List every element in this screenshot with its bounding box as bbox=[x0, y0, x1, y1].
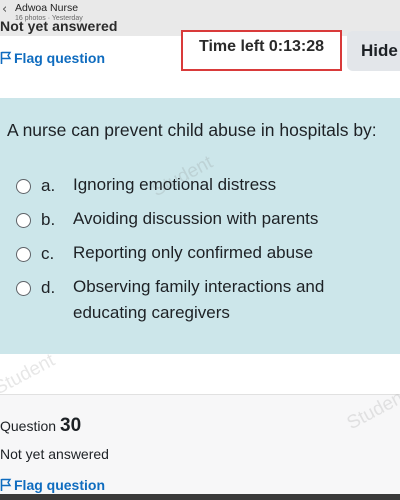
radio-button[interactable] bbox=[16, 213, 31, 228]
flag-question-link[interactable]: Flag question bbox=[0, 50, 105, 66]
question-number-value: 30 bbox=[60, 415, 82, 436]
radio-button[interactable] bbox=[16, 247, 31, 262]
timer-text: Time left 0:13:28 bbox=[198, 38, 325, 55]
question-number: Question 30 bbox=[0, 415, 81, 437]
answer-option-b[interactable]: b. Avoiding discussion with parents bbox=[16, 209, 318, 232]
post-author: Adwoa Nurse bbox=[15, 2, 79, 14]
previous-question-status: Not yet answered bbox=[0, 18, 118, 34]
radio-button[interactable] bbox=[16, 179, 31, 194]
time-left-timer: Time left 0:13:28 bbox=[181, 30, 342, 71]
flag-question-link[interactable]: Flag question bbox=[0, 477, 105, 493]
option-letter: c. bbox=[41, 244, 55, 263]
answer-option-a[interactable]: a. Ignoring emotional distress bbox=[16, 175, 276, 198]
question-label: Question bbox=[0, 418, 57, 434]
bottom-edge bbox=[0, 494, 400, 500]
option-text: Reporting only confirmed abuse bbox=[73, 243, 314, 262]
radio-button[interactable] bbox=[16, 281, 31, 296]
next-question-info: Question 30 Not yet answered Flag questio… bbox=[0, 385, 400, 500]
option-text: Ignoring emotional distress bbox=[73, 175, 277, 194]
back-chevron-icon[interactable]: ‹ bbox=[2, 2, 7, 17]
option-text: Avoiding discussion with parents bbox=[73, 209, 319, 228]
answer-option-d[interactable]: d. Observing family interactions and edu… bbox=[16, 277, 356, 326]
question-text: A nurse can prevent child abuse in hospi… bbox=[7, 120, 377, 140]
option-text: Observing family interactions and educat… bbox=[73, 277, 325, 322]
flag-icon bbox=[0, 51, 12, 64]
watermark-text: Student bbox=[0, 349, 59, 400]
option-letter: b. bbox=[41, 210, 56, 229]
option-letter: d. bbox=[41, 278, 56, 297]
option-letter: a. bbox=[41, 176, 56, 195]
hide-button-label: Hide bbox=[361, 41, 398, 60]
answer-option-c[interactable]: c. Reporting only confirmed abuse bbox=[16, 243, 313, 266]
spacer: Student bbox=[0, 350, 400, 399]
flag-question-label: Flag question bbox=[14, 477, 105, 493]
hide-timer-button[interactable]: Hide bbox=[347, 31, 400, 71]
flag-question-label: Flag question bbox=[14, 50, 105, 66]
flag-icon bbox=[0, 478, 12, 491]
question-status: Not yet answered bbox=[0, 446, 109, 462]
question-panel: A nurse can prevent child abuse in hospi… bbox=[0, 98, 400, 354]
